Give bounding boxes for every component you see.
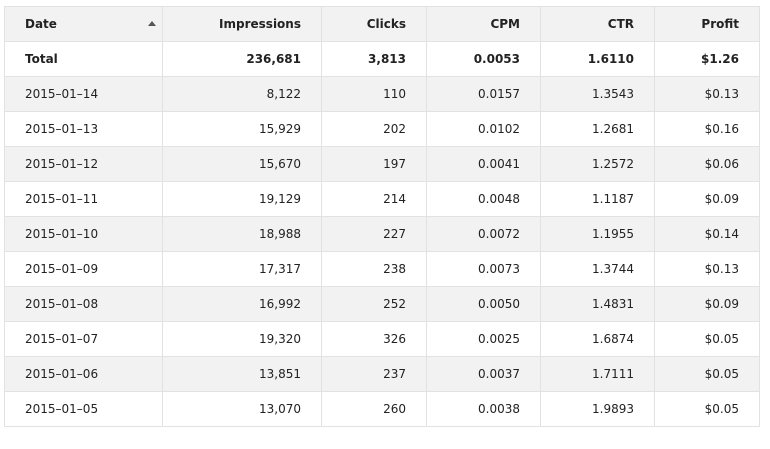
cell-ctr: 1.4831: [540, 286, 655, 322]
table-row: 2015–01–09 17,317 238 0.0073 1.3744 $0.13: [4, 251, 760, 287]
cell-impressions: 19,320: [162, 321, 322, 357]
cell-profit: $0.14: [654, 216, 760, 252]
cell-cpm: 0.0102: [426, 111, 541, 147]
cell-clicks: 227: [321, 216, 427, 252]
table-row: 2015–01–06 13,851 237 0.0037 1.7111 $0.05: [4, 356, 760, 392]
cell-profit: $0.16: [654, 111, 760, 147]
sort-ascending-icon: [148, 21, 156, 26]
cell-ctr: 1.7111: [540, 356, 655, 392]
cell-impressions: 13,851: [162, 356, 322, 392]
cell-ctr: 1.1955: [540, 216, 655, 252]
cell-date: 2015–01–10: [4, 216, 163, 252]
cell-impressions: 15,670: [162, 146, 322, 182]
cell-profit: $0.09: [654, 181, 760, 217]
column-header-label: Date: [25, 17, 57, 31]
total-ctr: 1.6110: [540, 41, 655, 77]
cell-profit: $0.05: [654, 356, 760, 392]
cell-date: 2015–01–05: [4, 391, 163, 427]
cell-impressions: 8,122: [162, 76, 322, 112]
cell-ctr: 1.3543: [540, 76, 655, 112]
table-row: 2015–01–12 15,670 197 0.0041 1.2572 $0.06: [4, 146, 760, 182]
cell-cpm: 0.0041: [426, 146, 541, 182]
column-header-date[interactable]: Date: [4, 6, 163, 42]
total-impressions: 236,681: [162, 41, 322, 77]
cell-ctr: 1.6874: [540, 321, 655, 357]
cell-clicks: 197: [321, 146, 427, 182]
cell-date: 2015–01–13: [4, 111, 163, 147]
table-body: Total 236,681 3,813 0.0053 1.6110 $1.26 …: [4, 41, 760, 427]
cell-profit: $0.05: [654, 321, 760, 357]
cell-ctr: 1.3744: [540, 251, 655, 287]
total-label: Total: [4, 41, 163, 77]
cell-cpm: 0.0025: [426, 321, 541, 357]
cell-clicks: 214: [321, 181, 427, 217]
header-row: Date Impressions Clicks CPM CTR Profit: [4, 6, 760, 42]
cell-clicks: 110: [321, 76, 427, 112]
total-profit: $1.26: [654, 41, 760, 77]
cell-ctr: 1.2681: [540, 111, 655, 147]
cell-impressions: 16,992: [162, 286, 322, 322]
table-row: 2015–01–08 16,992 252 0.0050 1.4831 $0.09: [4, 286, 760, 322]
cell-ctr: 1.1187: [540, 181, 655, 217]
cell-date: 2015–01–14: [4, 76, 163, 112]
cell-clicks: 260: [321, 391, 427, 427]
cell-date: 2015–01–06: [4, 356, 163, 392]
cell-clicks: 202: [321, 111, 427, 147]
table-row: 2015–01–05 13,070 260 0.0038 1.9893 $0.05: [4, 391, 760, 427]
cell-profit: $0.06: [654, 146, 760, 182]
table-row: 2015–01–10 18,988 227 0.0072 1.1955 $0.14: [4, 216, 760, 252]
cell-cpm: 0.0072: [426, 216, 541, 252]
cell-impressions: 15,929: [162, 111, 322, 147]
total-clicks: 3,813: [321, 41, 427, 77]
cell-cpm: 0.0048: [426, 181, 541, 217]
cell-date: 2015–01–12: [4, 146, 163, 182]
stats-table-container: Date Impressions Clicks CPM CTR Profit T…: [4, 6, 760, 427]
cell-cpm: 0.0038: [426, 391, 541, 427]
column-header-clicks[interactable]: Clicks: [321, 6, 427, 42]
cell-impressions: 18,988: [162, 216, 322, 252]
cell-impressions: 17,317: [162, 251, 322, 287]
column-header-ctr[interactable]: CTR: [540, 6, 655, 42]
table-header: Date Impressions Clicks CPM CTR Profit: [4, 6, 760, 42]
total-row: Total 236,681 3,813 0.0053 1.6110 $1.26: [4, 41, 760, 77]
cell-cpm: 0.0157: [426, 76, 541, 112]
cell-impressions: 19,129: [162, 181, 322, 217]
total-cpm: 0.0053: [426, 41, 541, 77]
column-header-cpm[interactable]: CPM: [426, 6, 541, 42]
cell-date: 2015–01–11: [4, 181, 163, 217]
stats-table: Date Impressions Clicks CPM CTR Profit T…: [4, 6, 760, 427]
cell-cpm: 0.0050: [426, 286, 541, 322]
cell-impressions: 13,070: [162, 391, 322, 427]
cell-date: 2015–01–07: [4, 321, 163, 357]
table-row: 2015–01–13 15,929 202 0.0102 1.2681 $0.16: [4, 111, 760, 147]
cell-ctr: 1.9893: [540, 391, 655, 427]
table-row: 2015–01–11 19,129 214 0.0048 1.1187 $0.09: [4, 181, 760, 217]
column-header-profit[interactable]: Profit: [654, 6, 760, 42]
cell-profit: $0.13: [654, 76, 760, 112]
cell-ctr: 1.2572: [540, 146, 655, 182]
cell-date: 2015–01–09: [4, 251, 163, 287]
cell-clicks: 252: [321, 286, 427, 322]
cell-cpm: 0.0073: [426, 251, 541, 287]
cell-profit: $0.09: [654, 286, 760, 322]
cell-clicks: 326: [321, 321, 427, 357]
table-row: 2015–01–07 19,320 326 0.0025 1.6874 $0.05: [4, 321, 760, 357]
table-row: 2015–01–14 8,122 110 0.0157 1.3543 $0.13: [4, 76, 760, 112]
cell-profit: $0.13: [654, 251, 760, 287]
cell-cpm: 0.0037: [426, 356, 541, 392]
cell-date: 2015–01–08: [4, 286, 163, 322]
column-header-impressions[interactable]: Impressions: [162, 6, 322, 42]
cell-clicks: 237: [321, 356, 427, 392]
cell-clicks: 238: [321, 251, 427, 287]
cell-profit: $0.05: [654, 391, 760, 427]
